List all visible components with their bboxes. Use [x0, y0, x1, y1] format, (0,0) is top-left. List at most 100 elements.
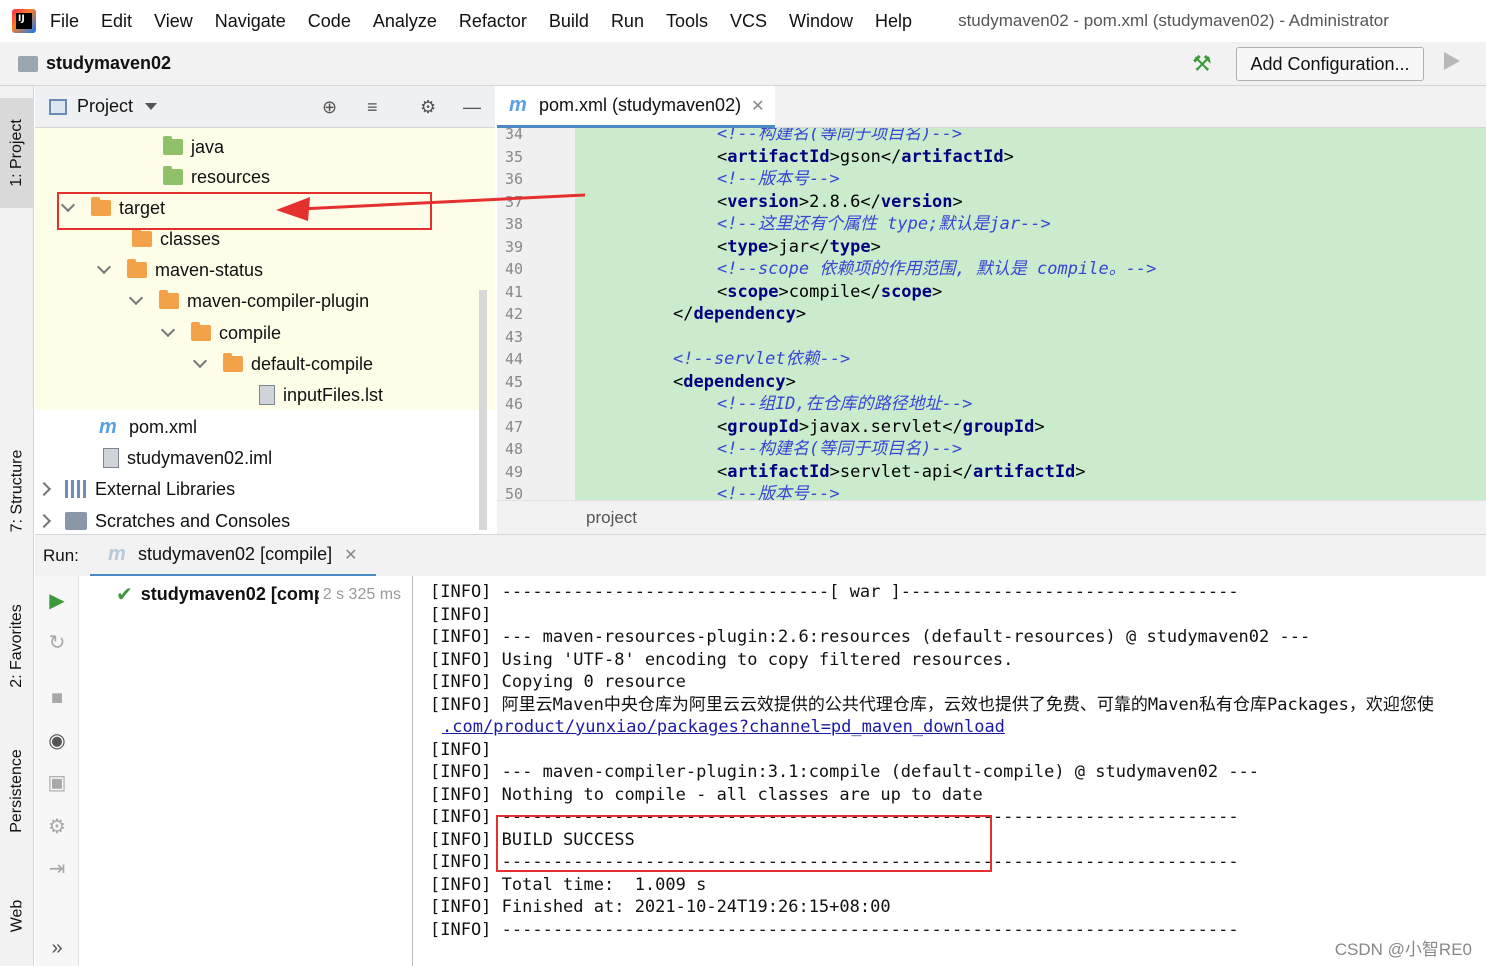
export-icon[interactable]: ⇥ — [45, 856, 69, 880]
xml-tag-name: artifactId — [972, 461, 1076, 482]
console-icon — [65, 512, 87, 530]
code-token: > — [870, 236, 881, 257]
line-number: 39 — [505, 237, 524, 256]
tab-pom-xml[interactable]: m pom.xml (studymaven02) ✕ — [497, 86, 775, 128]
code-line: <scope>compile</scope> — [717, 281, 942, 303]
menu-item-edit[interactable]: Edit — [101, 11, 132, 32]
chevron-down-icon[interactable] — [128, 290, 144, 306]
project-view-selector[interactable]: Project — [77, 96, 133, 117]
camera-icon[interactable]: ▣ — [45, 770, 69, 794]
tree-item-label: inputFiles.lst — [283, 384, 384, 405]
menu-item-navigate[interactable]: Navigate — [215, 11, 286, 32]
tool-tab-project[interactable]: 1: Project — [0, 98, 34, 208]
menu-item-refactor[interactable]: Refactor — [459, 11, 527, 32]
maven-icon: m — [99, 415, 117, 438]
code-token: > — [1003, 146, 1014, 167]
code-token: servlet-api — [839, 461, 953, 482]
code-token: </ — [860, 191, 881, 212]
chevron-down-icon[interactable] — [160, 322, 176, 338]
more-icon[interactable]: » — [45, 936, 69, 960]
line-number: 42 — [505, 305, 524, 323]
run-item[interactable]: ✔ studymaven02 [compile] 2 s 325 ms — [116, 582, 401, 607]
code-token: </ — [673, 304, 694, 324]
tree-item-label: maven-compiler-plugin — [187, 290, 370, 311]
menu-item-run[interactable]: Run — [611, 11, 644, 32]
line-number: 40 — [505, 260, 524, 278]
code-token: < — [717, 191, 728, 212]
tool-tab-favorites[interactable]: 2: Favorites — [0, 586, 34, 706]
tree-item[interactable]: resources — [163, 162, 270, 192]
run-icon[interactable] — [1444, 52, 1460, 70]
tree-item[interactable]: Scratches and Consoles — [36, 506, 290, 532]
code-token: < — [717, 281, 728, 302]
stop-icon[interactable]: ■ — [45, 686, 69, 710]
tree-item[interactable]: inputFiles.lst — [259, 380, 383, 410]
tree-item[interactable]: compile — [160, 318, 281, 348]
minimize-icon[interactable]: — — [463, 98, 481, 116]
line-number: 41 — [505, 282, 524, 301]
tree-item[interactable]: default-compile — [192, 349, 373, 379]
menu-item-vcs[interactable]: VCS — [730, 11, 767, 32]
console-link[interactable]: .com/product/yunxiao/packages?channel=pd… — [442, 716, 1005, 738]
tool-tab-structure[interactable]: 7: Structure — [0, 426, 34, 556]
chevron-down-icon[interactable] — [192, 353, 208, 369]
folder-icon — [159, 290, 179, 309]
tree-item[interactable]: maven-compiler-plugin — [128, 286, 370, 316]
code-editor[interactable]: <!--构建名(等同于项目名)--> <artifactId>gson</arti… — [575, 128, 1486, 500]
tool-tab-persistence[interactable]: Persistence — [0, 726, 34, 856]
annotation-arrow — [276, 193, 586, 221]
menu-item-code[interactable]: Code — [308, 11, 351, 32]
code-token: gson — [839, 146, 881, 167]
tab-label: pom.xml (studymaven02) — [539, 95, 742, 115]
console-line: [INFO] Nothing to compile - all classes … — [430, 784, 983, 805]
menu-item-view[interactable]: View — [154, 11, 193, 32]
xml-tag-name: groupId — [727, 416, 799, 437]
menu-item-window[interactable]: Window — [789, 11, 853, 32]
console-line: [INFO] Copying 0 resource — [430, 672, 686, 692]
tree-item[interactable]: java — [163, 132, 224, 162]
chevron-right-icon[interactable] — [36, 513, 52, 529]
menu-item-analyze[interactable]: Analyze — [373, 11, 437, 32]
tree-item[interactable]: maven-status — [96, 255, 263, 285]
xml-tag-name: scope — [727, 281, 779, 302]
tree-item[interactable]: studymaven02.iml — [103, 443, 272, 473]
close-icon[interactable]: ✕ — [344, 545, 357, 565]
code-line: <!--这里还有个属性 type;默认是jar--> — [717, 213, 1051, 235]
code-token: < — [673, 371, 684, 392]
run-label: Run: — [43, 545, 79, 565]
console-output[interactable]: [INFO] --------------------------------[… — [414, 576, 1486, 966]
tree-item[interactable]: m pom.xml — [99, 412, 197, 442]
breadcrumb-project[interactable]: studymaven02 — [46, 53, 171, 74]
add-configuration-button[interactable]: Add Configuration... — [1236, 47, 1424, 81]
gear-icon[interactable]: ⚙ — [420, 98, 436, 116]
menu-item-file[interactable]: File — [50, 11, 79, 32]
tree-scrollbar[interactable] — [479, 290, 487, 530]
code-line: <version>2.8.6</version> — [717, 191, 963, 213]
menu-item-tools[interactable]: Tools — [666, 11, 708, 32]
code-token: </ — [942, 416, 963, 437]
menu-item-help[interactable]: Help — [875, 11, 912, 32]
chevron-down-icon[interactable] — [145, 103, 158, 110]
close-icon[interactable]: ✕ — [751, 96, 764, 116]
line-number: 48 — [505, 440, 524, 458]
run-item-label: studymaven02 [compile] — [140, 584, 319, 604]
xml-tag-name: version — [880, 191, 953, 212]
eye-icon[interactable]: ◉ — [45, 728, 69, 752]
rerun-failed-icon[interactable]: ↻ — [45, 630, 69, 654]
code-token: javax.servlet — [809, 416, 943, 437]
editor-breadcrumb[interactable]: project — [497, 500, 1486, 534]
rerun-icon[interactable]: ▶ — [45, 588, 69, 612]
build-hammer-icon[interactable]: ⚒ — [1192, 52, 1218, 76]
code-token: </ — [880, 146, 902, 167]
line-number: 50 — [505, 485, 524, 500]
tree-item[interactable]: External Libraries — [36, 474, 235, 504]
run-tab[interactable]: m studymaven02 [compile] ✕ — [90, 535, 376, 577]
menu-item-build[interactable]: Build — [549, 11, 589, 32]
settings-icon[interactable]: ⚙ — [45, 814, 69, 838]
code-token: > — [768, 236, 779, 257]
chevron-right-icon[interactable] — [36, 481, 52, 497]
chevron-down-icon[interactable] — [96, 259, 112, 275]
locate-icon[interactable]: ⊕ — [322, 98, 337, 116]
collapse-all-icon[interactable]: ≡ — [367, 98, 378, 116]
tool-tab-web[interactable]: Web — [0, 876, 34, 956]
